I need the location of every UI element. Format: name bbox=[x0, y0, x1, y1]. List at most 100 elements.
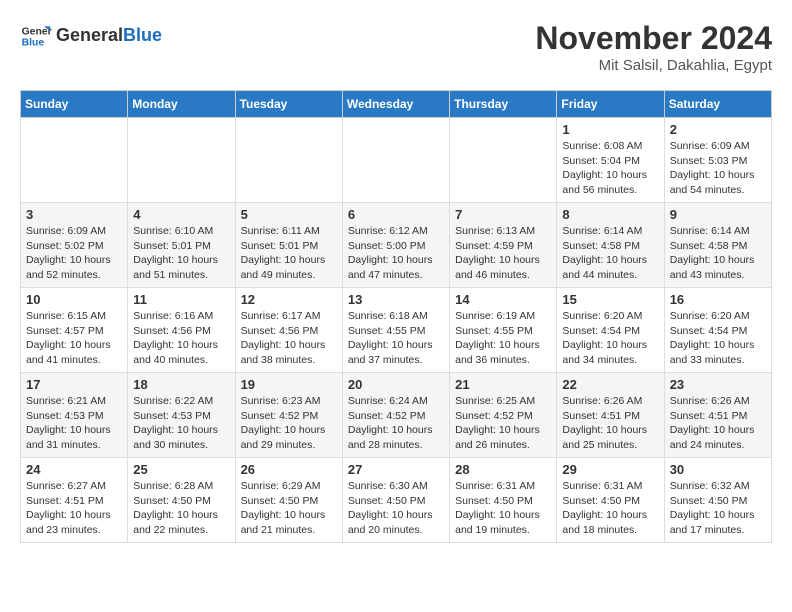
day-info: Sunrise: 6:09 AM Sunset: 5:02 PM Dayligh… bbox=[26, 224, 122, 283]
day-info: Sunrise: 6:24 AM Sunset: 4:52 PM Dayligh… bbox=[348, 394, 444, 453]
day-info: Sunrise: 6:14 AM Sunset: 4:58 PM Dayligh… bbox=[562, 224, 658, 283]
logo-general-text: General bbox=[56, 25, 123, 45]
day-number: 2 bbox=[670, 122, 766, 137]
day-number: 29 bbox=[562, 462, 658, 477]
calendar-cell bbox=[450, 118, 557, 203]
calendar-cell bbox=[342, 118, 449, 203]
weekday-header-sunday: Sunday bbox=[21, 91, 128, 118]
day-info: Sunrise: 6:16 AM Sunset: 4:56 PM Dayligh… bbox=[133, 309, 229, 368]
day-number: 17 bbox=[26, 377, 122, 392]
calendar-cell: 16 Sunrise: 6:20 AM Sunset: 4:54 PM Dayli… bbox=[664, 288, 771, 373]
day-info: Sunrise: 6:21 AM Sunset: 4:53 PM Dayligh… bbox=[26, 394, 122, 453]
day-number: 7 bbox=[455, 207, 551, 222]
calendar-cell: 1Sunrise: 6:08 AM Sunset: 5:04 PM Daylig… bbox=[557, 118, 664, 203]
svg-text:Blue: Blue bbox=[22, 38, 45, 49]
calendar-cell: 4 Sunrise: 6:10 AM Sunset: 5:01 PM Daylig… bbox=[128, 203, 235, 288]
day-number: 8 bbox=[562, 207, 658, 222]
calendar-cell: 15 Sunrise: 6:20 AM Sunset: 4:54 PM Dayli… bbox=[557, 288, 664, 373]
logo-blue-text: Blue bbox=[123, 25, 162, 45]
calendar-cell: 10 Sunrise: 6:15 AM Sunset: 4:57 PM Dayli… bbox=[21, 288, 128, 373]
calendar-cell: 23Sunrise: 6:26 AM Sunset: 4:51 PM Dayli… bbox=[664, 373, 771, 458]
day-number: 23 bbox=[670, 377, 766, 392]
logo: General Blue GeneralBlue bbox=[20, 20, 162, 52]
calendar-week-1: 1Sunrise: 6:08 AM Sunset: 5:04 PM Daylig… bbox=[21, 118, 772, 203]
day-number: 28 bbox=[455, 462, 551, 477]
calendar-cell: 5Sunrise: 6:11 AM Sunset: 5:01 PM Daylig… bbox=[235, 203, 342, 288]
calendar-cell: 24Sunrise: 6:27 AM Sunset: 4:51 PM Dayli… bbox=[21, 458, 128, 543]
day-number: 13 bbox=[348, 292, 444, 307]
calendar-cell: 25Sunrise: 6:28 AM Sunset: 4:50 PM Dayli… bbox=[128, 458, 235, 543]
day-number: 26 bbox=[241, 462, 337, 477]
calendar-cell: 7 Sunrise: 6:13 AM Sunset: 4:59 PM Daylig… bbox=[450, 203, 557, 288]
day-info: Sunrise: 6:20 AM Sunset: 4:54 PM Dayligh… bbox=[670, 309, 766, 368]
day-number: 21 bbox=[455, 377, 551, 392]
calendar-cell: 12 Sunrise: 6:17 AM Sunset: 4:56 PM Dayli… bbox=[235, 288, 342, 373]
day-info: Sunrise: 6:14 AM Sunset: 4:58 PM Dayligh… bbox=[670, 224, 766, 283]
day-info: Sunrise: 6:13 AM Sunset: 4:59 PM Dayligh… bbox=[455, 224, 551, 283]
day-info: Sunrise: 6:17 AM Sunset: 4:56 PM Dayligh… bbox=[241, 309, 337, 368]
calendar-cell: 28 Sunrise: 6:31 AM Sunset: 4:50 PM Dayli… bbox=[450, 458, 557, 543]
weekday-header-monday: Monday bbox=[128, 91, 235, 118]
day-number: 16 bbox=[670, 292, 766, 307]
calendar-cell: 14Sunrise: 6:19 AM Sunset: 4:55 PM Dayli… bbox=[450, 288, 557, 373]
calendar-cell: 8 Sunrise: 6:14 AM Sunset: 4:58 PM Daylig… bbox=[557, 203, 664, 288]
day-info: Sunrise: 6:08 AM Sunset: 5:04 PM Dayligh… bbox=[562, 139, 658, 198]
day-info: Sunrise: 6:19 AM Sunset: 4:55 PM Dayligh… bbox=[455, 309, 551, 368]
calendar-week-2: 3Sunrise: 6:09 AM Sunset: 5:02 PM Daylig… bbox=[21, 203, 772, 288]
day-number: 9 bbox=[670, 207, 766, 222]
day-number: 10 bbox=[26, 292, 122, 307]
calendar-cell: 6Sunrise: 6:12 AM Sunset: 5:00 PM Daylig… bbox=[342, 203, 449, 288]
day-info: Sunrise: 6:20 AM Sunset: 4:54 PM Dayligh… bbox=[562, 309, 658, 368]
calendar-cell: 18 Sunrise: 6:22 AM Sunset: 4:53 PM Dayli… bbox=[128, 373, 235, 458]
calendar-week-4: 17 Sunrise: 6:21 AM Sunset: 4:53 PM Dayli… bbox=[21, 373, 772, 458]
calendar-table: SundayMondayTuesdayWednesdayThursdayFrid… bbox=[20, 90, 772, 543]
calendar-cell bbox=[128, 118, 235, 203]
calendar-week-5: 24Sunrise: 6:27 AM Sunset: 4:51 PM Dayli… bbox=[21, 458, 772, 543]
day-number: 27 bbox=[348, 462, 444, 477]
day-number: 22 bbox=[562, 377, 658, 392]
day-info: Sunrise: 6:23 AM Sunset: 4:52 PM Dayligh… bbox=[241, 394, 337, 453]
calendar-cell: 20Sunrise: 6:24 AM Sunset: 4:52 PM Dayli… bbox=[342, 373, 449, 458]
day-number: 18 bbox=[133, 377, 229, 392]
page-header: General Blue GeneralBlue November 2024 M… bbox=[20, 20, 772, 74]
weekday-header-thursday: Thursday bbox=[450, 91, 557, 118]
day-number: 25 bbox=[133, 462, 229, 477]
calendar-cell: 22Sunrise: 6:26 AM Sunset: 4:51 PM Dayli… bbox=[557, 373, 664, 458]
calendar-cell: 9 Sunrise: 6:14 AM Sunset: 4:58 PM Daylig… bbox=[664, 203, 771, 288]
day-info: Sunrise: 6:31 AM Sunset: 4:50 PM Dayligh… bbox=[455, 479, 551, 538]
day-info: Sunrise: 6:22 AM Sunset: 4:53 PM Dayligh… bbox=[133, 394, 229, 453]
day-number: 15 bbox=[562, 292, 658, 307]
day-info: Sunrise: 6:09 AM Sunset: 5:03 PM Dayligh… bbox=[670, 139, 766, 198]
day-info: Sunrise: 6:10 AM Sunset: 5:01 PM Dayligh… bbox=[133, 224, 229, 283]
day-info: Sunrise: 6:32 AM Sunset: 4:50 PM Dayligh… bbox=[670, 479, 766, 538]
calendar-body: 1Sunrise: 6:08 AM Sunset: 5:04 PM Daylig… bbox=[21, 118, 772, 543]
calendar-cell: 19 Sunrise: 6:23 AM Sunset: 4:52 PM Dayli… bbox=[235, 373, 342, 458]
day-number: 12 bbox=[241, 292, 337, 307]
day-number: 6 bbox=[348, 207, 444, 222]
day-info: Sunrise: 6:31 AM Sunset: 4:50 PM Dayligh… bbox=[562, 479, 658, 538]
day-info: Sunrise: 6:25 AM Sunset: 4:52 PM Dayligh… bbox=[455, 394, 551, 453]
calendar-cell: 13 Sunrise: 6:18 AM Sunset: 4:55 PM Dayli… bbox=[342, 288, 449, 373]
day-info: Sunrise: 6:15 AM Sunset: 4:57 PM Dayligh… bbox=[26, 309, 122, 368]
weekday-header-wednesday: Wednesday bbox=[342, 91, 449, 118]
calendar-cell bbox=[235, 118, 342, 203]
weekday-header-friday: Friday bbox=[557, 91, 664, 118]
day-number: 11 bbox=[133, 292, 229, 307]
weekday-header-saturday: Saturday bbox=[664, 91, 771, 118]
calendar-cell: 26 Sunrise: 6:29 AM Sunset: 4:50 PM Dayli… bbox=[235, 458, 342, 543]
day-number: 5 bbox=[241, 207, 337, 222]
calendar-cell bbox=[21, 118, 128, 203]
logo-text: GeneralBlue bbox=[56, 26, 162, 46]
calendar-cell: 11 Sunrise: 6:16 AM Sunset: 4:56 PM Dayli… bbox=[128, 288, 235, 373]
calendar-cell: 29 Sunrise: 6:31 AM Sunset: 4:50 PM Dayli… bbox=[557, 458, 664, 543]
day-info: Sunrise: 6:29 AM Sunset: 4:50 PM Dayligh… bbox=[241, 479, 337, 538]
calendar-cell: 17 Sunrise: 6:21 AM Sunset: 4:53 PM Dayli… bbox=[21, 373, 128, 458]
day-info: Sunrise: 6:18 AM Sunset: 4:55 PM Dayligh… bbox=[348, 309, 444, 368]
title-section: November 2024 Mit Salsil, Dakahlia, Egyp… bbox=[535, 20, 772, 74]
location-text: Mit Salsil, Dakahlia, Egypt bbox=[535, 57, 772, 74]
calendar-cell: 21 Sunrise: 6:25 AM Sunset: 4:52 PM Dayli… bbox=[450, 373, 557, 458]
day-number: 19 bbox=[241, 377, 337, 392]
weekday-header-row: SundayMondayTuesdayWednesdayThursdayFrid… bbox=[21, 91, 772, 118]
day-number: 4 bbox=[133, 207, 229, 222]
day-info: Sunrise: 6:30 AM Sunset: 4:50 PM Dayligh… bbox=[348, 479, 444, 538]
